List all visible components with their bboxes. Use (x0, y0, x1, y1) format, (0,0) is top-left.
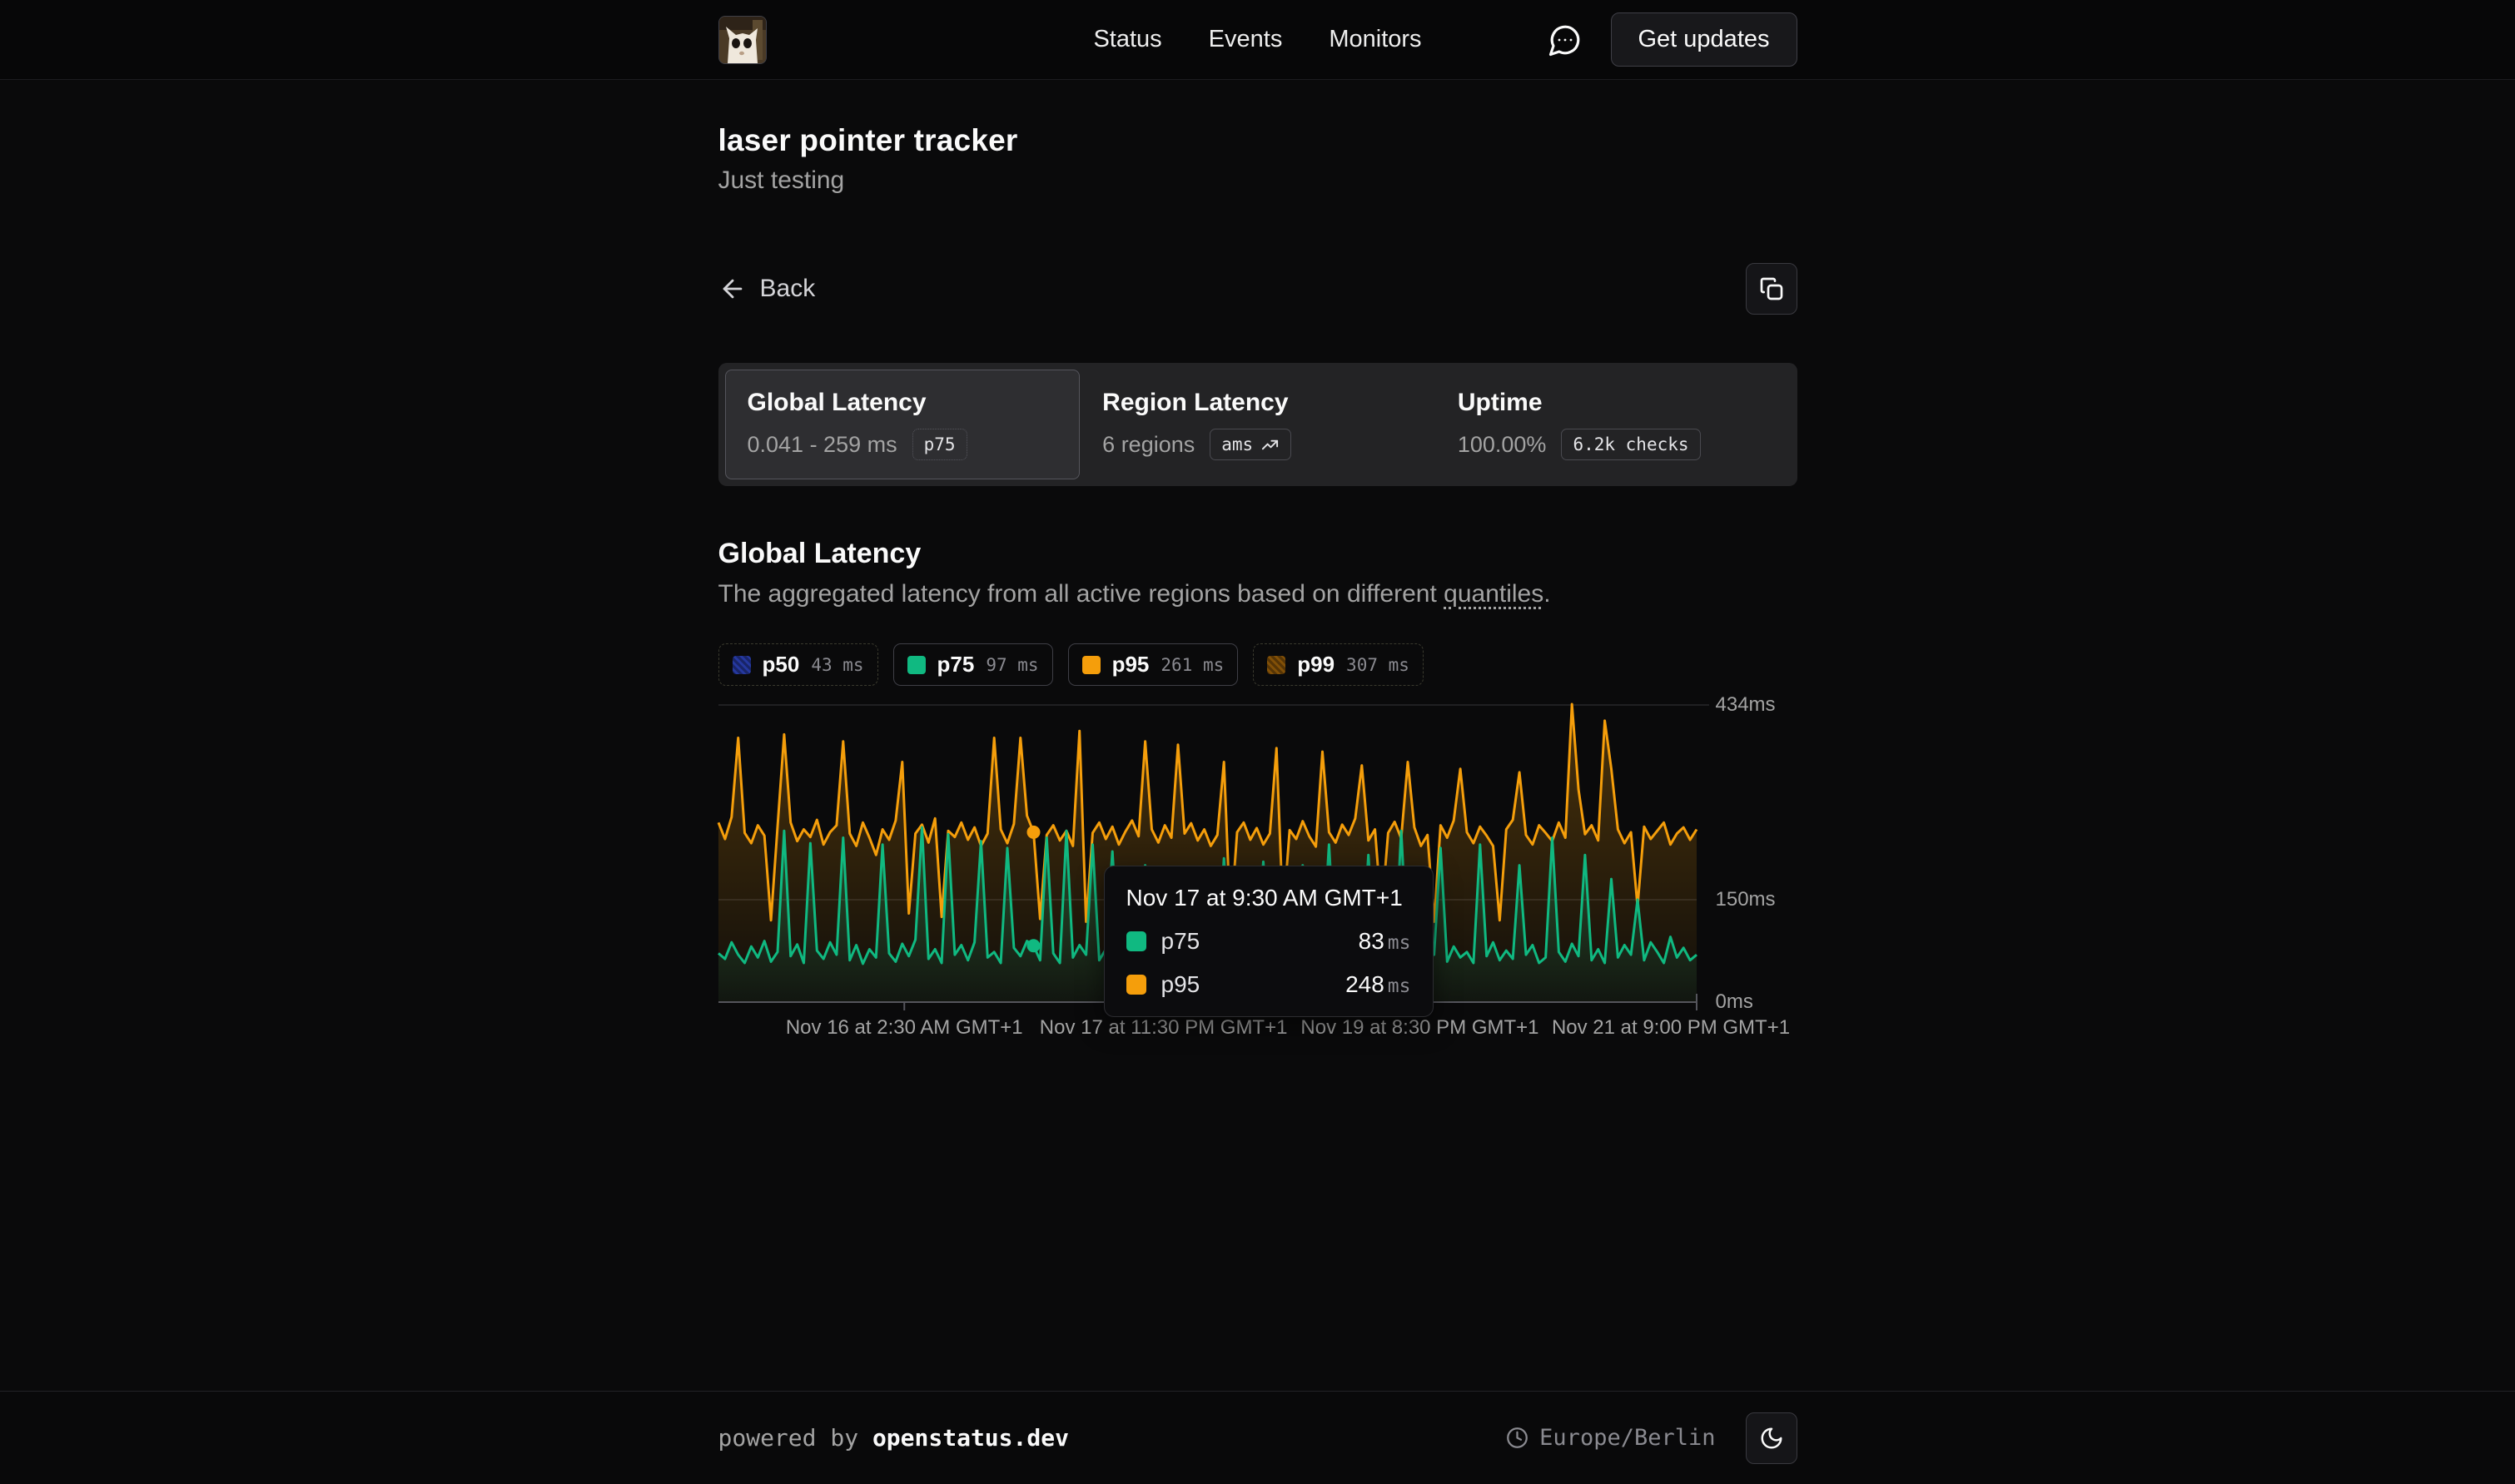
legend-value: 307 ms (1346, 655, 1409, 675)
y-tick-434: 434ms (1716, 693, 1776, 717)
tab-region-latency[interactable]: Region Latency 6 regions ams (1080, 370, 1435, 479)
metric-tabs: Global Latency 0.041 - 259 ms p75 Region… (718, 363, 1797, 486)
tab-title: Uptime (1458, 389, 1768, 417)
quantiles-link[interactable]: quantiles (1444, 580, 1543, 608)
p99-swatch (1267, 656, 1285, 674)
legend-value: 261 ms (1161, 655, 1224, 675)
tooltip-series-label: p75 (1161, 928, 1200, 955)
chat-bubble-icon (1548, 22, 1583, 57)
trending-up-icon (1260, 435, 1280, 454)
copy-link-button[interactable] (1746, 263, 1797, 315)
legend-label: p50 (763, 652, 800, 677)
openstatus-link[interactable]: openstatus.dev (872, 1424, 1069, 1452)
x-tick-label: Nov 19 at 8:30 PM GMT+1 (1300, 1016, 1538, 1039)
tooltip-value-unit: ms (1388, 975, 1411, 997)
tooltip-value: 83ms (1359, 928, 1411, 955)
top-nav: Status Events Monitors Get updates (0, 0, 2515, 80)
p95-swatch (1082, 656, 1101, 674)
legend-label: p95 (1112, 652, 1150, 677)
powered-by-text: powered by (718, 1424, 872, 1452)
logo-image[interactable] (718, 16, 767, 64)
page-footer: powered by openstatus.dev Europe/Berlin (0, 1391, 2515, 1484)
latency-chart[interactable]: Nov 16 at 2:30 AM GMT+1 Nov 17 at 11:30 … (718, 704, 1797, 1054)
tooltip-value-unit: ms (1388, 932, 1411, 954)
nav-links: Status Events Monitors (1093, 26, 1421, 53)
legend-value: 97 ms (986, 655, 1038, 675)
section-description: The aggregated latency from all active r… (718, 580, 1797, 608)
tooltip-row-p95: p95 248ms (1126, 971, 1411, 998)
tab-global-latency[interactable]: Global Latency 0.041 - 259 ms p75 (725, 370, 1081, 479)
page-subtitle: Just testing (718, 166, 1797, 195)
p95-active-dot (1026, 826, 1040, 839)
powered-by: powered by openstatus.dev (718, 1424, 1069, 1452)
nav-link-events[interactable]: Events (1209, 26, 1283, 53)
tab-value: 6 regions (1102, 432, 1195, 458)
tooltip-value: 248ms (1345, 971, 1410, 998)
main-content: laser pointer tracker Just testing Back … (0, 80, 2515, 1391)
tooltip-timestamp: Nov 17 at 9:30 AM GMT+1 (1126, 885, 1411, 911)
x-tick-label: Nov 16 at 2:30 AM GMT+1 (785, 1016, 1022, 1039)
x-tick-label: Nov 17 at 11:30 PM GMT+1 (1039, 1016, 1287, 1039)
legend-toggle-p99[interactable]: p99 307 ms (1253, 643, 1424, 686)
region-badge[interactable]: ams (1210, 429, 1291, 460)
p75-swatch (1126, 931, 1146, 951)
back-button[interactable]: Back (718, 275, 816, 303)
y-tick-150: 150ms (1716, 888, 1776, 911)
nav-link-monitors[interactable]: Monitors (1329, 26, 1421, 53)
tooltip-row-p75: p75 83ms (1126, 928, 1411, 955)
tab-uptime[interactable]: Uptime 100.00% 6.2k checks (1435, 370, 1791, 479)
legend-value: 43 ms (811, 655, 863, 675)
y-tick-0: 0ms (1716, 990, 1753, 1014)
tooltip-series-label: p95 (1161, 971, 1200, 998)
clock-icon (1506, 1427, 1528, 1449)
p95-swatch (1126, 975, 1146, 995)
tab-value: 100.00% (1458, 432, 1547, 458)
quantile-badge[interactable]: p75 (912, 429, 967, 460)
x-tick-label: Nov 21 at 9:00 PM GMT+1 (1551, 1016, 1789, 1039)
p50-swatch (733, 656, 751, 674)
tab-title: Region Latency (1102, 389, 1413, 417)
arrow-left-icon (718, 275, 747, 303)
p75-swatch (907, 656, 926, 674)
p75-active-dot (1026, 940, 1040, 953)
tooltip-value-number: 83 (1359, 928, 1384, 954)
page-title: laser pointer tracker (718, 123, 1797, 158)
description-period: . (1543, 580, 1550, 608)
timezone-display: Europe/Berlin (1506, 1425, 1715, 1451)
legend-label: p99 (1297, 652, 1335, 677)
get-updates-button[interactable]: Get updates (1611, 12, 1797, 67)
legend-toggle-p50[interactable]: p50 43 ms (718, 643, 878, 686)
legend-toggle-p95[interactable]: p95 261 ms (1068, 643, 1239, 686)
chart-legend: p50 43 ms p75 97 ms p95 261 ms p99 307 m… (718, 643, 1797, 686)
back-label: Back (760, 275, 816, 303)
legend-toggle-p75[interactable]: p75 97 ms (893, 643, 1053, 686)
copy-icon (1758, 275, 1785, 302)
cat-logo-icon (719, 17, 766, 63)
chart-tooltip: Nov 17 at 9:30 AM GMT+1 p75 83ms p95 248… (1104, 866, 1434, 1017)
checks-badge: 6.2k checks (1561, 429, 1700, 460)
timezone-label: Europe/Berlin (1539, 1425, 1715, 1451)
theme-toggle-button[interactable] (1746, 1412, 1797, 1464)
legend-label: p75 (937, 652, 975, 677)
description-text: The aggregated latency from all active r… (718, 580, 1444, 608)
section-title: Global Latency (718, 538, 1797, 570)
region-badge-label: ams (1221, 433, 1253, 456)
tab-title: Global Latency (748, 389, 1058, 417)
tab-value: 0.041 - 259 ms (748, 432, 897, 458)
tooltip-value-number: 248 (1345, 971, 1384, 997)
nav-link-status[interactable]: Status (1093, 26, 1161, 53)
moon-icon (1759, 1426, 1784, 1451)
feedback-button[interactable] (1548, 22, 1583, 57)
